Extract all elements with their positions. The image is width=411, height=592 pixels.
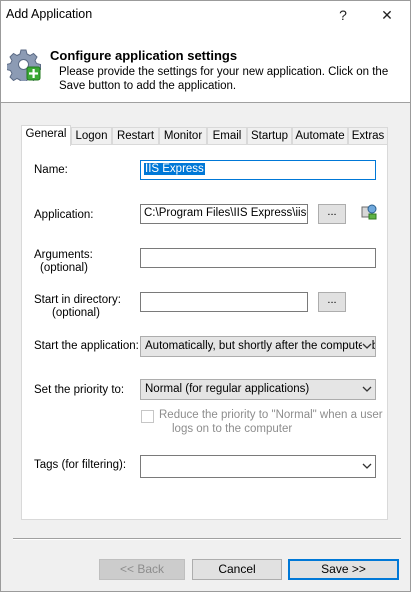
tab-automate[interactable]: Automate bbox=[292, 127, 348, 145]
save-button[interactable]: Save >> bbox=[288, 559, 399, 580]
add-application-dialog: Add Application ? ✕ Configure applicatio… bbox=[0, 0, 411, 592]
reduce-priority-label-line2: logs on to the computer bbox=[172, 423, 293, 435]
tab-logon[interactable]: Logon bbox=[71, 127, 112, 145]
general-tab-panel: Name: IIS Express Application: C:\Progra… bbox=[21, 144, 388, 520]
start-directory-browse-button[interactable]: ... bbox=[318, 292, 346, 312]
chevron-down-icon bbox=[362, 342, 372, 351]
application-browse-button[interactable]: ... bbox=[318, 204, 346, 224]
chevron-down-icon bbox=[362, 386, 372, 392]
arguments-label: Arguments: bbox=[34, 249, 93, 261]
cancel-button[interactable]: Cancel bbox=[192, 559, 282, 580]
close-button[interactable]: ✕ bbox=[365, 1, 409, 29]
banner-title: Configure application settings bbox=[50, 48, 238, 63]
help-button[interactable]: ? bbox=[321, 1, 365, 29]
start-application-label: Start the application: bbox=[34, 340, 139, 352]
start-application-value: Automatically, but shortly after the com… bbox=[145, 340, 376, 352]
arguments-optional-label: (optional) bbox=[40, 262, 88, 274]
application-label: Application: bbox=[34, 209, 94, 221]
reduce-priority-label-line1: Reduce the priority to "Normal" when a u… bbox=[159, 409, 383, 421]
tags-label: Tags (for filtering): bbox=[34, 459, 127, 471]
start-application-select[interactable]: Automatically, but shortly after the com… bbox=[140, 336, 376, 357]
banner-description: Please provide the settings for your new… bbox=[59, 66, 389, 92]
application-input[interactable]: C:\Program Files\IIS Express\iisex bbox=[140, 204, 308, 224]
tab-email[interactable]: Email bbox=[207, 127, 247, 145]
name-label: Name: bbox=[34, 164, 68, 176]
start-directory-label: Start in directory: bbox=[34, 294, 121, 306]
name-input[interactable]: IIS Express bbox=[140, 160, 376, 180]
tags-combobox[interactable] bbox=[140, 455, 376, 478]
tab-general[interactable]: General bbox=[21, 125, 71, 146]
window-title: Add Application bbox=[6, 7, 93, 21]
tab-extras[interactable]: Extras bbox=[348, 127, 388, 145]
service-wizard-icon[interactable] bbox=[360, 203, 378, 221]
start-directory-optional-label: (optional) bbox=[52, 307, 100, 319]
priority-select[interactable]: Normal (for regular applications) bbox=[140, 379, 376, 400]
priority-value: Normal (for regular applications) bbox=[145, 383, 310, 395]
name-input-value: IIS Express bbox=[144, 163, 205, 175]
gear-plus-icon bbox=[7, 49, 41, 81]
reduce-priority-checkbox[interactable] bbox=[141, 410, 154, 423]
start-directory-input[interactable] bbox=[140, 292, 308, 312]
priority-label: Set the priority to: bbox=[34, 384, 125, 396]
tab-restart[interactable]: Restart bbox=[112, 127, 159, 145]
header-banner: Configure application settings Please pr… bbox=[1, 29, 410, 103]
title-bar[interactable]: Add Application ? ✕ bbox=[1, 1, 410, 29]
footer-divider bbox=[13, 538, 401, 540]
chevron-down-icon bbox=[362, 463, 372, 469]
tab-strip: General Logon Restart Monitor Email Star… bbox=[21, 125, 388, 146]
tab-monitor[interactable]: Monitor bbox=[159, 127, 207, 145]
tab-startup[interactable]: Startup bbox=[247, 127, 292, 145]
back-button[interactable]: << Back bbox=[99, 559, 185, 580]
arguments-input[interactable] bbox=[140, 248, 376, 268]
